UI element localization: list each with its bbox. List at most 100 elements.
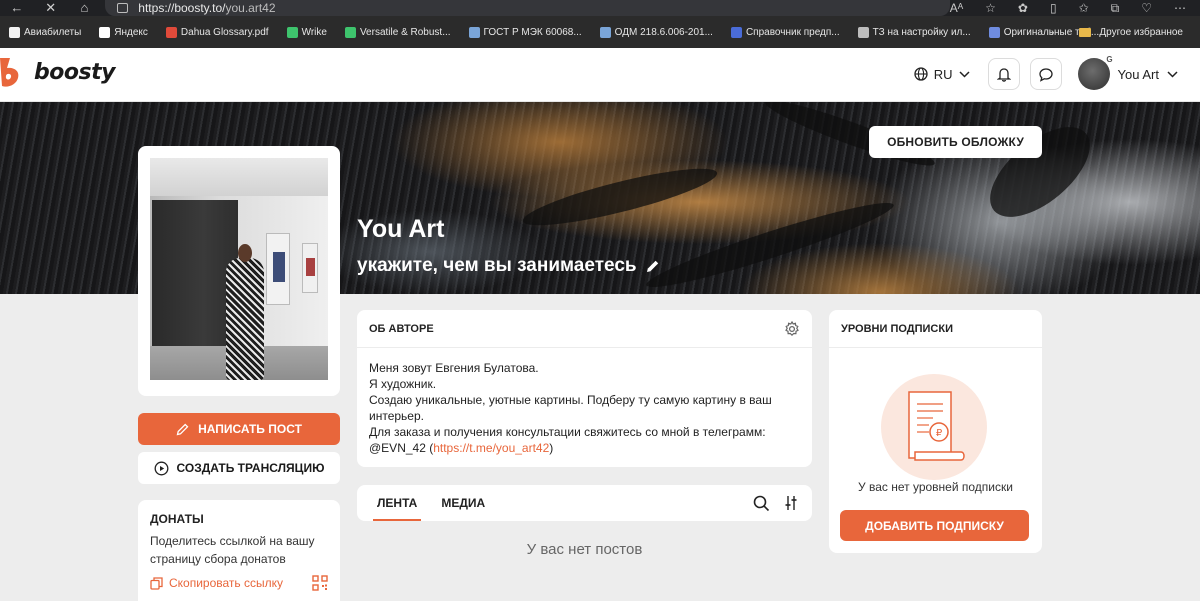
address-path: you.art42 bbox=[225, 1, 276, 15]
tab-media[interactable]: МЕДИА bbox=[429, 485, 497, 521]
svg-text:₽: ₽ bbox=[936, 428, 943, 439]
bookmark-label: ОДМ 218.6.006-201... bbox=[614, 26, 713, 38]
globe-icon bbox=[914, 67, 928, 81]
profile-avatar-card[interactable] bbox=[138, 146, 340, 396]
about-line: Создаю уникальные, уютные картины. Подбе… bbox=[369, 393, 772, 423]
telegram-link[interactable]: https://t.me/you_art42 bbox=[433, 441, 549, 455]
site-header: boosty RU G You Art bbox=[0, 48, 1200, 102]
language-selector[interactable]: RU bbox=[914, 67, 970, 82]
bell-icon bbox=[996, 67, 1011, 82]
add-subscription-button[interactable]: ДОБАВИТЬ ПОДПИСКУ bbox=[840, 510, 1029, 541]
lock-icon bbox=[117, 3, 129, 13]
bookmark-item[interactable]: Яндекс bbox=[90, 26, 157, 38]
bookmark-favicon-icon bbox=[99, 26, 111, 38]
bookmark-favicon-icon bbox=[468, 26, 480, 38]
close-icon[interactable]: ✕ bbox=[34, 0, 68, 16]
gear-icon[interactable] bbox=[784, 321, 800, 337]
google-badge-icon: G bbox=[1106, 55, 1113, 64]
empty-feed-text: У вас нет постов bbox=[526, 541, 643, 558]
split-screen-icon[interactable]: ▯ bbox=[1050, 1, 1057, 16]
chevron-down-icon bbox=[1167, 70, 1178, 78]
bookmark-label: Авиабилеты bbox=[24, 26, 82, 38]
favorite-icon[interactable]: ☆ bbox=[985, 1, 996, 16]
user-menu[interactable]: G You Art bbox=[1077, 55, 1178, 90]
browser-tools: Aᴬ ☆ ✿ ▯ ✩ ⧉ ♡ ⋯ bbox=[950, 1, 1200, 16]
bookmark-item[interactable]: ТЗ на настройку ил... bbox=[849, 26, 980, 38]
other-bookmarks-label: Другое избранное bbox=[1099, 26, 1183, 38]
copy-icon bbox=[150, 576, 163, 590]
tab-feed[interactable]: ЛЕНТА bbox=[365, 485, 429, 521]
bookmark-item[interactable]: Справочник предп... bbox=[722, 26, 849, 38]
bookmark-favicon-icon bbox=[857, 26, 869, 38]
more-bookmarks-icon[interactable]: › bbox=[1051, 27, 1054, 38]
donations-text: Поделитесь ссылкой на вашу страницу сбор… bbox=[150, 534, 315, 566]
bookmark-label: Dahua Glossary.pdf bbox=[180, 26, 269, 38]
language-label: RU bbox=[933, 66, 953, 82]
about-line: Для заказа и получения консультации свяж… bbox=[369, 425, 766, 439]
about-author-card: ОБ АВТОРЕ Меня зовут Евгения Булатова. Я… bbox=[357, 310, 812, 467]
more-icon[interactable]: ⋯ bbox=[1174, 1, 1186, 16]
back-icon[interactable]: ← bbox=[0, 0, 34, 16]
bookmark-item[interactable]: Wrike bbox=[278, 26, 336, 38]
address-host: https://boosty.to/ bbox=[138, 1, 226, 15]
bookmark-item[interactable]: ОДМ 218.6.006-201... bbox=[591, 26, 722, 38]
play-circle-icon bbox=[154, 461, 168, 475]
about-text: Меня зовут Евгения Булатова. Я художник.… bbox=[357, 348, 812, 468]
pencil-icon[interactable] bbox=[645, 258, 661, 274]
extensions-icon[interactable]: ✿ bbox=[1018, 1, 1028, 16]
contact-suffix: ) bbox=[549, 441, 554, 455]
bookmark-favicon-icon bbox=[165, 26, 177, 38]
bookmark-label: Versatile & Robust... bbox=[359, 26, 451, 38]
bookmark-item[interactable]: ГОСТ Р МЭК 60068... bbox=[460, 26, 591, 38]
feed-tabs: ЛЕНТА МЕДИА bbox=[357, 485, 812, 521]
logo-text: boosty bbox=[34, 59, 115, 85]
messages-button[interactable] bbox=[1029, 58, 1062, 90]
document-icon: ₽ bbox=[908, 391, 965, 461]
search-icon[interactable] bbox=[753, 495, 770, 512]
home-icon[interactable]: ⌂ bbox=[68, 0, 102, 16]
bookmark-item[interactable]: Dahua Glossary.pdf bbox=[157, 26, 278, 38]
bookmark-item[interactable]: Авиабилеты bbox=[0, 26, 90, 38]
page-title: You Art bbox=[357, 215, 445, 243]
page-subtitle[interactable]: укажите, чем вы занимаетесь bbox=[357, 255, 661, 277]
update-cover-button[interactable]: ОБНОВИТЬ ОБЛОЖКУ bbox=[869, 126, 1042, 158]
subscription-levels-card: УРОВНИ ПОДПИСКИ ₽ У вас нет уровней подп… bbox=[829, 310, 1042, 553]
bookmark-favicon-icon bbox=[730, 26, 742, 38]
bookmarks-bar: Авиабилеты Яндекс Dahua Glossary.pdf Wrike V… bbox=[0, 16, 1200, 48]
other-bookmarks-folder[interactable]: Другое избранное bbox=[1070, 27, 1192, 38]
boosty-logo-icon bbox=[0, 58, 19, 87]
donations-title: ДОНАТЫ bbox=[150, 512, 204, 526]
create-stream-button[interactable]: СОЗДАТЬ ТРАНСЛЯЦИЮ bbox=[138, 452, 340, 484]
qr-code-icon[interactable] bbox=[312, 575, 328, 591]
bookmark-favicon-icon bbox=[286, 26, 298, 38]
write-post-label: НАПИСАТЬ ПОСТ bbox=[198, 422, 302, 436]
collections-icon[interactable]: ⧉ bbox=[1111, 1, 1120, 16]
profile-photo bbox=[150, 158, 328, 380]
bookmark-item[interactable]: Versatile & Robust... bbox=[336, 26, 460, 38]
pencil-icon bbox=[176, 423, 189, 436]
address-bar[interactable]: https://boosty.to/you.art42 bbox=[105, 0, 950, 16]
write-post-button[interactable]: НАПИСАТЬ ПОСТ bbox=[138, 413, 340, 445]
bookmark-label: Яндекс bbox=[114, 26, 148, 38]
bookmark-label: Wrike bbox=[301, 26, 327, 38]
copy-link-label: Скопировать ссылку bbox=[169, 576, 284, 590]
chevron-down-icon bbox=[959, 70, 970, 78]
levels-title: УРОВНИ ПОДПИСКИ bbox=[829, 310, 1042, 348]
subtitle-text: укажите, чем вы занимаетесь bbox=[357, 255, 637, 276]
favorites-bar-icon[interactable]: ✩ bbox=[1079, 1, 1089, 16]
chat-icon bbox=[1038, 67, 1053, 82]
browser-essentials-icon[interactable]: ♡ bbox=[1141, 1, 1152, 16]
notifications-button[interactable] bbox=[987, 58, 1020, 90]
bookmark-favicon-icon bbox=[599, 26, 611, 38]
read-aloud-icon[interactable]: Aᴬ bbox=[950, 1, 963, 16]
create-stream-label: СОЗДАТЬ ТРАНСЛЯЦИЮ bbox=[176, 461, 325, 475]
user-name: You Art bbox=[1117, 66, 1159, 82]
browser-toolbar: ← ✕ ⌂ https://boosty.to/you.art42 Aᴬ ☆ ✿… bbox=[0, 0, 1200, 16]
folder-icon bbox=[1079, 27, 1092, 37]
empty-levels-illustration: ₽ bbox=[881, 374, 987, 480]
boosty-logo[interactable]: boosty bbox=[0, 56, 115, 88]
copy-link-button[interactable]: Скопировать ссылку bbox=[150, 576, 328, 590]
filter-icon[interactable] bbox=[784, 495, 798, 511]
bookmark-favicon-icon bbox=[988, 26, 1000, 38]
bookmark-favicon-icon bbox=[9, 26, 20, 38]
